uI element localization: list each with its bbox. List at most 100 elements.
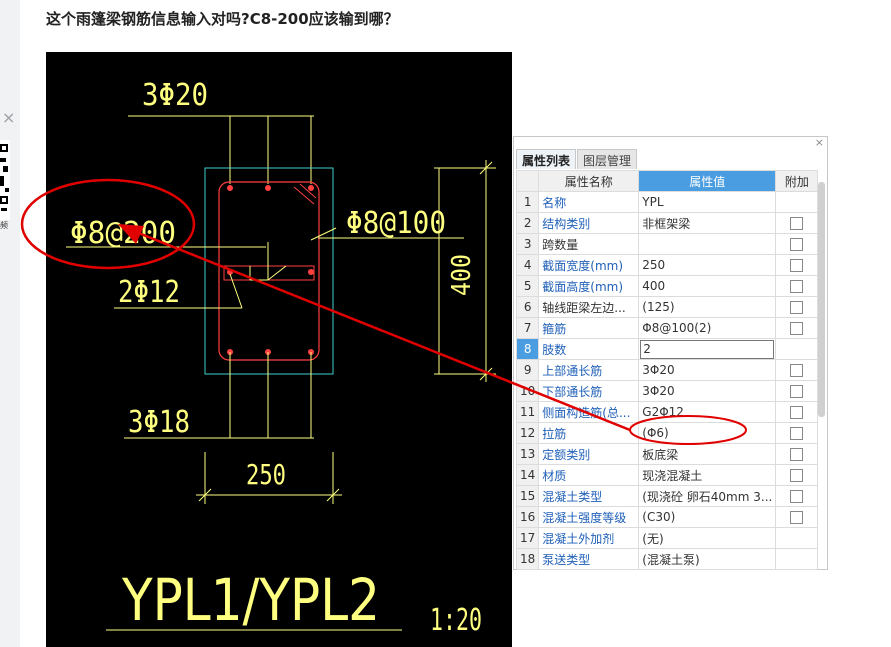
- extra-checkbox[interactable]: [790, 406, 804, 419]
- row-number: 5: [515, 275, 540, 297]
- property-value[interactable]: Φ8@100(2): [638, 317, 777, 339]
- extra-checkbox[interactable]: [790, 259, 804, 272]
- extra-checkbox-cell: [775, 527, 819, 549]
- row-number: 18: [515, 548, 540, 570]
- extra-checkbox-cell: [775, 401, 819, 423]
- extra-checkbox[interactable]: [790, 301, 804, 314]
- property-value[interactable]: YPL: [638, 191, 777, 213]
- property-value[interactable]: (混凝土泵): [638, 548, 777, 570]
- stirrup-200-label: Φ8@200: [70, 216, 176, 251]
- property-row[interactable]: 8 肢数 2: [515, 338, 819, 360]
- property-name: 侧面构造筋(总...: [538, 401, 640, 423]
- extra-checkbox-cell: [775, 275, 819, 297]
- property-row[interactable]: 2 结构类别 非框架梁: [515, 212, 819, 234]
- property-name: 混凝土强度等级: [538, 506, 640, 528]
- width-dimension: 250: [246, 458, 286, 491]
- property-row[interactable]: 13 定额类别 板底梁: [515, 443, 819, 465]
- property-value[interactable]: (现浇砼 卵石40mm 3...: [638, 485, 777, 507]
- extra-checkbox[interactable]: [790, 238, 804, 251]
- row-number: 14: [515, 464, 540, 486]
- property-value[interactable]: (C30): [638, 506, 777, 528]
- property-row[interactable]: 7 箍筋 Φ8@100(2): [515, 317, 819, 339]
- property-grid: 属性名称 属性值 附加 1 名称 YPL 2 结构类别 非框架梁 3 跨数量 4 截面宽度(mm)…: [515, 170, 819, 570]
- property-name: 混凝土类型: [538, 485, 640, 507]
- property-row[interactable]: 11 侧面构造筋(总... G2Φ12: [515, 401, 819, 423]
- side-stirrup-label: Φ8@100: [346, 206, 446, 241]
- property-name: 拉筋: [538, 422, 640, 444]
- property-name: 泵送类型: [538, 548, 640, 570]
- extra-checkbox[interactable]: [790, 427, 804, 440]
- property-name: 截面高度(mm): [538, 275, 640, 297]
- row-number: 4: [515, 254, 540, 276]
- tab-layer-management[interactable]: 图层管理: [577, 149, 638, 169]
- property-value[interactable]: 现浇混凝土: [638, 464, 777, 486]
- property-name: 跨数量: [538, 233, 640, 255]
- property-value[interactable]: (125): [638, 296, 777, 318]
- property-row[interactable]: 9 上部通长筋 3Φ20: [515, 359, 819, 381]
- property-name: 名称: [538, 191, 640, 213]
- property-row[interactable]: 3 跨数量: [515, 233, 819, 255]
- property-value[interactable]: 3Φ20: [638, 359, 777, 381]
- close-icon[interactable]: ×: [2, 108, 15, 127]
- panel-close-icon[interactable]: ×: [815, 136, 824, 149]
- property-panel: × 属性列表 图层管理 属性名称 属性值 附加 1 名称 YPL 2 结构类别 非框架梁 3…: [513, 136, 828, 570]
- extra-checkbox[interactable]: [790, 364, 804, 377]
- extra-checkbox[interactable]: [790, 490, 804, 503]
- property-row[interactable]: 15 混凝土类型 (现浇砼 卵石40mm 3...: [515, 485, 819, 507]
- property-row[interactable]: 12 拉筋 (Φ6): [515, 422, 819, 444]
- property-value[interactable]: [638, 233, 777, 255]
- extra-checkbox[interactable]: [790, 217, 804, 230]
- row-number: 12: [515, 422, 540, 444]
- extra-checkbox-cell: [775, 338, 819, 360]
- row-number: 2: [515, 212, 540, 234]
- extra-checkbox-cell: [775, 548, 819, 570]
- property-value[interactable]: (无): [638, 527, 777, 549]
- panel-scrollbar[interactable]: [818, 182, 825, 417]
- extra-checkbox-cell: [775, 359, 819, 381]
- column-header-name[interactable]: 属性名称: [538, 170, 640, 192]
- extra-checkbox-cell: [775, 296, 819, 318]
- panel-tabs: 属性列表 图层管理: [516, 149, 638, 169]
- row-number: 10: [515, 380, 540, 402]
- top-rebar-label: 3Φ20: [142, 78, 208, 113]
- extra-checkbox[interactable]: [790, 385, 804, 398]
- property-row[interactable]: 17 混凝土外加剂 (无): [515, 527, 819, 549]
- property-row[interactable]: 10 下部通长筋 3Φ20: [515, 380, 819, 402]
- qr-caption: 频: [0, 221, 8, 230]
- extra-checkbox-cell: [775, 464, 819, 486]
- property-row[interactable]: 4 截面宽度(mm) 250: [515, 254, 819, 276]
- property-row[interactable]: 16 混凝土强度等级 (C30): [515, 506, 819, 528]
- extra-checkbox[interactable]: [790, 280, 804, 293]
- property-value[interactable]: (Φ6): [638, 422, 777, 444]
- property-value[interactable]: 400: [638, 275, 777, 297]
- column-header-value[interactable]: 属性值: [638, 170, 777, 192]
- property-value-cell[interactable]: 2: [638, 338, 777, 360]
- property-row[interactable]: 6 轴线距梁左边... (125): [515, 296, 819, 318]
- property-row[interactable]: 18 泵送类型 (混凝土泵): [515, 548, 819, 570]
- extra-checkbox[interactable]: [790, 511, 804, 524]
- extra-checkbox[interactable]: [790, 469, 804, 482]
- tab-property-list[interactable]: 属性列表: [516, 149, 577, 169]
- row-number: 9: [515, 359, 540, 381]
- extra-checkbox-cell: [775, 485, 819, 507]
- row-number: 11: [515, 401, 540, 423]
- property-row[interactable]: 1 名称 YPL: [515, 191, 819, 213]
- property-value[interactable]: 250: [638, 254, 777, 276]
- row-number: 17: [515, 527, 540, 549]
- extra-checkbox[interactable]: [790, 448, 804, 461]
- property-value[interactable]: 3Φ20: [638, 380, 777, 402]
- property-value[interactable]: 板底梁: [638, 443, 777, 465]
- rebar-dot: [308, 269, 314, 275]
- column-header-extra[interactable]: 附加: [775, 170, 819, 192]
- property-row[interactable]: 14 材质 现浇混凝土: [515, 464, 819, 486]
- property-row[interactable]: 5 截面高度(mm) 400: [515, 275, 819, 297]
- property-value[interactable]: G2Φ12: [638, 401, 777, 423]
- extra-checkbox-cell: [775, 380, 819, 402]
- middle-rebar-label: 2Φ12: [118, 275, 180, 310]
- property-value-input[interactable]: 2: [640, 339, 775, 359]
- extra-checkbox[interactable]: [790, 322, 804, 335]
- rebar-dot: [265, 185, 271, 191]
- question-title: 这个雨篷梁钢筋信息输入对吗?C8-200应该输到哪？: [46, 10, 399, 28]
- rebar-dot: [308, 185, 314, 191]
- property-value[interactable]: 非框架梁: [638, 212, 777, 234]
